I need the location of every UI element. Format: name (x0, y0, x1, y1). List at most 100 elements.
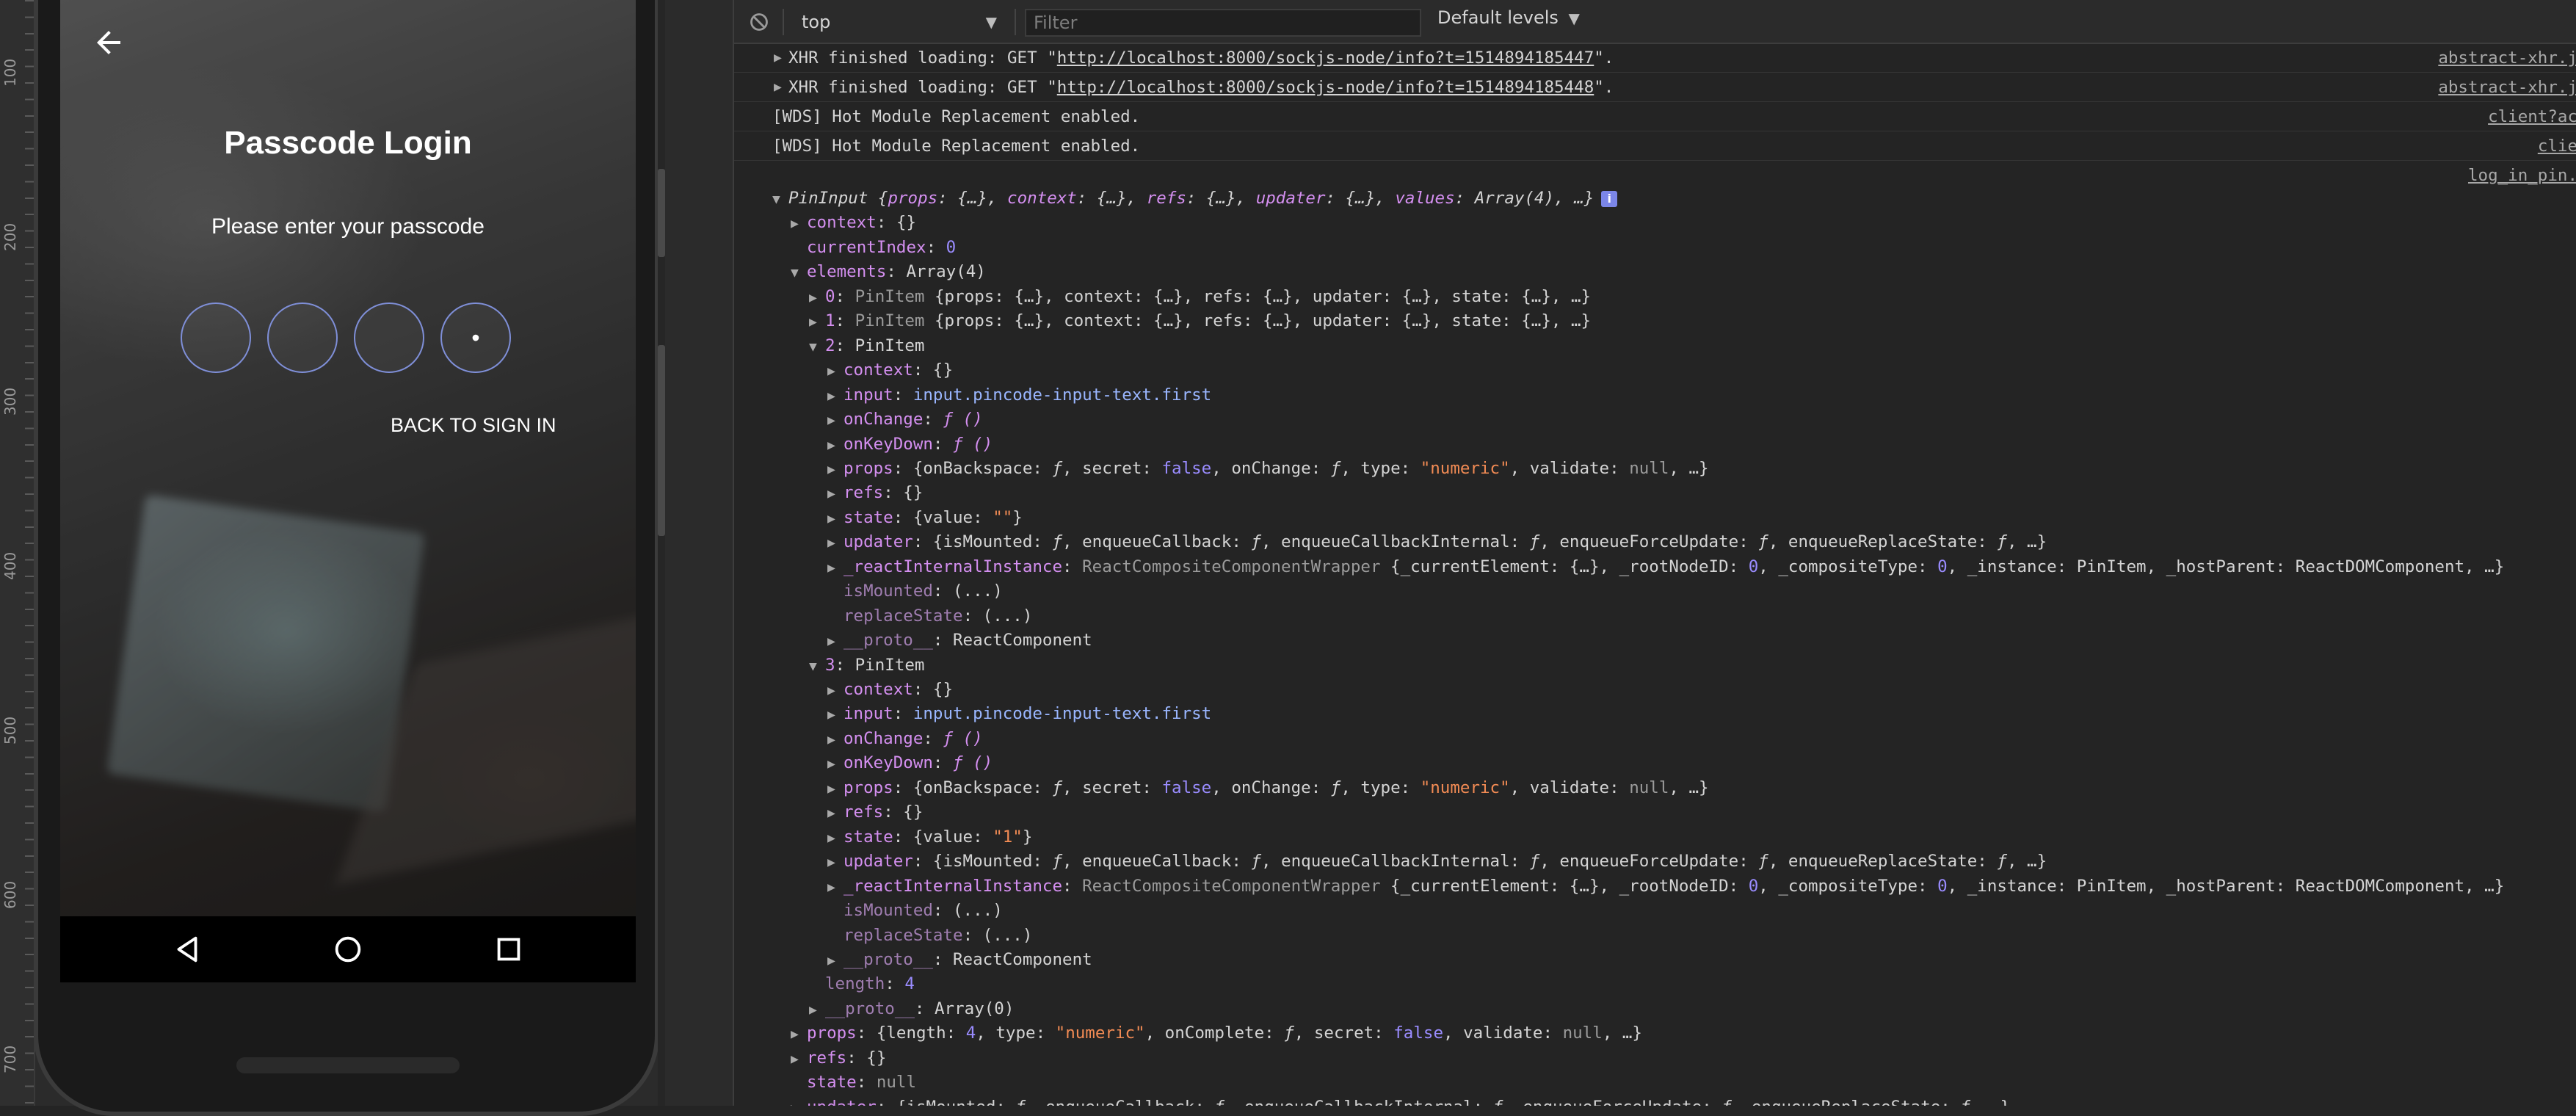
filter-input[interactable] (1025, 9, 1421, 37)
pin-field-1[interactable] (181, 302, 251, 373)
object-tree-row-text: currentIndex: 0 (807, 237, 957, 257)
collapsed-arrow-icon[interactable]: ▶ (827, 801, 843, 825)
expanded-arrow-icon[interactable]: ▼ (772, 187, 788, 211)
object-tree-row-text: onChange: ƒ () (843, 728, 983, 748)
object-tree-row-text: updater: {isMounted: ƒ, enqueueCallback:… (843, 532, 2047, 552)
expanded-arrow-icon[interactable]: ▼ (809, 654, 825, 678)
collapsed-arrow-icon[interactable]: ▶ (827, 556, 843, 580)
object-tree-row[interactable]: ▶ onChange: ƒ () (827, 727, 983, 752)
collapsed-arrow-icon[interactable]: ▶ (809, 310, 825, 334)
object-tree-row[interactable]: ▶ state: {value: ""} (827, 506, 1023, 531)
object-tree-row[interactable]: ▼ elements: Array(4) (791, 260, 986, 285)
collapsed-arrow-icon[interactable]: ▶ (827, 850, 843, 874)
collapsed-arrow-icon[interactable]: ▶ (809, 998, 825, 1022)
object-tree-row[interactable]: ▶ context: {} (791, 211, 916, 236)
expand-arrow-icon[interactable]: ▶ (774, 44, 782, 72)
object-tree-row[interactable]: ▶ onChange: ƒ () (827, 407, 983, 432)
collapsed-arrow-icon[interactable]: ▶ (827, 777, 843, 801)
collapsed-arrow-icon[interactable]: ▶ (791, 1047, 807, 1071)
pin-field-3[interactable] (354, 302, 424, 373)
object-tree-row[interactable]: ▶ context: {} (827, 358, 953, 383)
message-url-link[interactable]: http://localhost:8000/sockjs-node/info?t… (1057, 48, 1594, 68)
object-tree-row[interactable]: ▶ __proto__: Array(0) (809, 997, 1014, 1022)
back-arrow-icon[interactable] (91, 25, 126, 60)
object-tree-row[interactable]: ▶ input: input.pincode-input-text.first (827, 383, 1211, 408)
collapsed-arrow-icon[interactable]: ▶ (827, 826, 843, 850)
message-source-link[interactable]: log_in_pin. (2468, 162, 2576, 189)
object-tree-row-text: _reactInternalInstance: ReactCompositeCo… (843, 557, 2505, 576)
object-tree-row[interactable]: ▶ __proto__: ReactComponent (827, 948, 1092, 973)
vertical-ruler: 100 200 300 400 500 600 700 (0, 0, 35, 1106)
object-tree-row[interactable]: ▼ 3: PinItem (809, 653, 924, 678)
collapsed-arrow-icon[interactable]: ▶ (827, 433, 843, 457)
collapsed-arrow-icon[interactable]: ▶ (791, 1096, 807, 1106)
object-tree-row[interactable]: ▶ props: {onBackspace: ƒ, secret: false, … (827, 776, 1709, 801)
devtools-console: top ▼ Default levels ▼ ▶ XHR finished lo… (733, 0, 2576, 1106)
pin-field-2[interactable] (267, 302, 338, 373)
collapsed-arrow-icon[interactable]: ▶ (827, 507, 843, 531)
emulator-scrollbar-thumb[interactable] (658, 169, 665, 257)
expanded-arrow-icon[interactable]: ▼ (791, 261, 807, 285)
collapsed-arrow-icon[interactable]: ▶ (827, 629, 843, 653)
object-tree-row: isMounted: (...) (827, 899, 1003, 923)
object-tree-row[interactable]: ▶ context: {} (827, 678, 953, 703)
object-tree-row[interactable]: ▶ props: {length: 4, type: "numeric", onC… (791, 1021, 1642, 1046)
message-source-link[interactable]: abstract-xhr.j (2438, 73, 2576, 101)
object-tree-row[interactable]: ▶updater: {isMounted: ƒ, enqueueCallback… (791, 1095, 2010, 1106)
collapsed-arrow-icon[interactable]: ▶ (809, 286, 825, 310)
collapsed-arrow-icon[interactable]: ▶ (791, 211, 807, 236)
collapsed-arrow-icon[interactable]: ▶ (827, 384, 843, 408)
clear-console-icon[interactable] (749, 12, 769, 32)
collapsed-arrow-icon[interactable]: ▶ (827, 482, 843, 506)
object-tree-row[interactable]: ▶ input: input.pincode-input-text.first (827, 702, 1211, 727)
ruler-label: 100 (1, 58, 19, 87)
collapsed-arrow-icon[interactable]: ▶ (827, 457, 843, 482)
collapsed-arrow-icon[interactable]: ▶ (827, 678, 843, 703)
collapsed-arrow-icon[interactable]: ▶ (827, 752, 843, 776)
collapsed-arrow-icon[interactable]: ▶ (827, 875, 843, 899)
nav-back-icon[interactable] (170, 932, 204, 966)
object-tree-row[interactable]: ▶ _reactInternalInstance: ReactCompositeC… (827, 555, 2504, 580)
message-url-link[interactable]: http://localhost:8000/sockjs-node/info?t… (1057, 78, 1594, 97)
message-source-link[interactable]: abstract-xhr.j (2438, 44, 2576, 72)
object-tree-row[interactable]: ▶updater: {isMounted: ƒ, enqueueCallback… (827, 849, 2047, 874)
expanded-arrow-icon[interactable]: ▼ (809, 335, 825, 359)
object-tree-row[interactable]: ▶ props: {onBackspace: ƒ, secret: false, … (827, 457, 1709, 482)
log-levels-selector[interactable]: Default levels ▼ (1437, 7, 1580, 37)
collapsed-arrow-icon[interactable]: ▶ (791, 1022, 807, 1046)
object-tree-row-text: input: input.pincode-input-text.first (843, 385, 1212, 405)
object-tree-row[interactable]: ▶ 0: PinItem {props: {…}, context: {…}, r… (809, 285, 1591, 310)
object-tree-row[interactable]: ▼ PinInput {props: {…}, context: {…}, ref… (772, 186, 1618, 211)
object-tree-row[interactable]: ▼ 2: PinItem (809, 334, 924, 359)
object-tree-row[interactable]: ▶ refs: {} (827, 800, 923, 825)
collapsed-arrow-icon[interactable]: ▶ (827, 408, 843, 432)
object-tree-row[interactable]: ▶ 1: PinItem {props: {…}, context: {…}, r… (809, 309, 1591, 334)
expand-arrow-icon[interactable]: ▶ (774, 73, 782, 101)
emulator-scrollbar-thumb[interactable] (658, 345, 665, 536)
nav-recents-icon[interactable] (492, 932, 526, 966)
object-tree-row[interactable]: ▶ state: {value: "1"} (827, 825, 1032, 850)
collapsed-arrow-icon[interactable]: ▶ (827, 531, 843, 555)
object-tree-row[interactable]: ▶ onKeyDown: ƒ () (827, 751, 993, 776)
object-tree-row[interactable]: ▶ __proto__: ReactComponent (827, 628, 1092, 653)
collapsed-arrow-icon[interactable]: ▶ (827, 728, 843, 752)
message-source-link[interactable]: clie (2538, 132, 2576, 160)
device-emulator: 100 200 300 400 500 600 700 Passcode Log… (0, 0, 734, 1116)
object-tree-row[interactable]: ▶updater: {isMounted: ƒ, enqueueCallback… (827, 530, 2047, 555)
object-tree-row-text: refs: {} (843, 802, 924, 822)
object-tree-row[interactable]: ▶ onKeyDown: ƒ () (827, 432, 993, 457)
message-source-link[interactable]: client?ac (2488, 103, 2576, 131)
pin-field-4[interactable]: • (440, 302, 511, 373)
back-to-sign-in-link[interactable]: BACK TO SIGN IN (391, 414, 556, 437)
object-tree-row[interactable]: ▶ _reactInternalInstance: ReactCompositeC… (827, 874, 2504, 899)
nav-home-icon[interactable] (331, 932, 365, 966)
collapsed-arrow-icon[interactable]: ▶ (827, 703, 843, 727)
message-text: XHR finished loading: GET "http://localh… (788, 48, 1614, 68)
context-selector-value: top (802, 12, 831, 32)
collapsed-arrow-icon[interactable]: ▶ (827, 949, 843, 973)
emulator-scrollbar-track (658, 0, 665, 1106)
object-tree-row[interactable]: ▶ refs: {} (827, 481, 923, 506)
collapsed-arrow-icon[interactable]: ▶ (827, 359, 843, 383)
object-tree-row[interactable]: ▶ refs: {} (791, 1046, 886, 1071)
context-selector[interactable]: top ▼ (793, 7, 1006, 37)
